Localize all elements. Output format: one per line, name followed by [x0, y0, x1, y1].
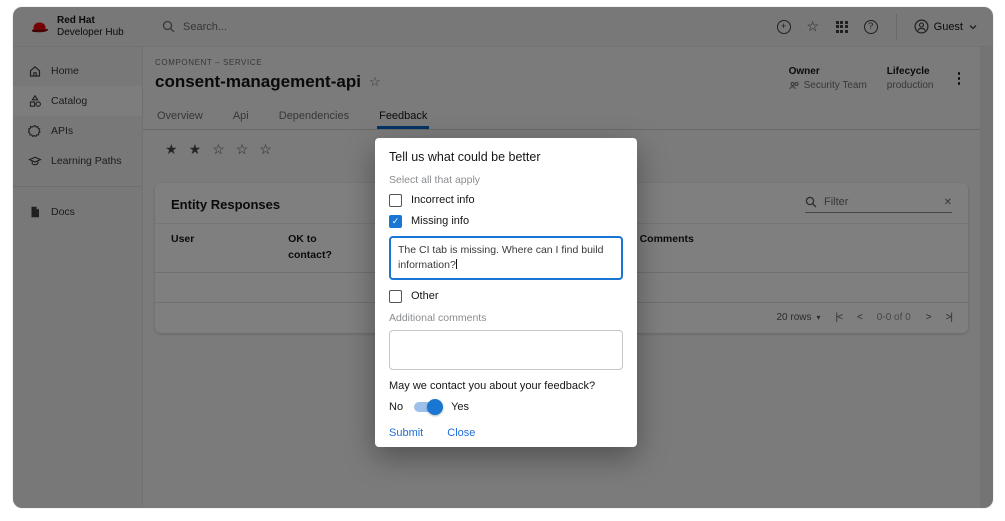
modal-title: Tell us what could be better: [389, 150, 623, 164]
toggle-thumb: [427, 399, 443, 415]
option-missing-info[interactable]: ✓ Missing info: [389, 214, 623, 228]
option-label: Incorrect info: [411, 194, 475, 206]
modal-actions: Submit Close: [389, 427, 623, 439]
option-label: Other: [411, 290, 439, 302]
submit-button[interactable]: Submit: [389, 427, 423, 439]
contact-question: May we contact you about your feedback?: [389, 380, 623, 392]
close-button[interactable]: Close: [447, 427, 475, 439]
missing-info-textarea[interactable]: The CI tab is missing. Where can I find …: [389, 236, 623, 280]
toggle-off-label: No: [389, 401, 403, 413]
contact-toggle-row: No Yes: [389, 399, 623, 415]
modal-subtitle: Select all that apply: [389, 174, 623, 186]
app-window: Red Hat Developer Hub Search... + ☆ ? Gu…: [13, 7, 993, 508]
checkbox-unchecked-icon[interactable]: [389, 194, 402, 207]
option-other[interactable]: Other: [389, 289, 623, 303]
missing-info-text: The CI tab is missing. Where can I find …: [398, 244, 603, 271]
contact-toggle[interactable]: [414, 402, 440, 412]
additional-comments-textarea[interactable]: [389, 330, 623, 370]
option-incorrect-info[interactable]: Incorrect info: [389, 193, 623, 207]
checkbox-unchecked-icon[interactable]: [389, 290, 402, 303]
option-label: Missing info: [411, 215, 469, 227]
additional-comments-label: Additional comments: [389, 312, 623, 324]
toggle-on-label: Yes: [451, 401, 469, 413]
checkbox-checked-icon[interactable]: ✓: [389, 215, 402, 228]
feedback-modal: Tell us what could be better Select all …: [375, 138, 637, 447]
text-cursor: [456, 259, 457, 269]
